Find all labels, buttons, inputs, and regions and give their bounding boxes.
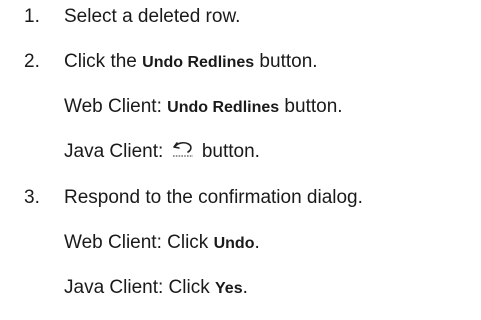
step-text: Click the Undo Redlines button. <box>64 49 318 76</box>
ui-label-yes: Yes <box>215 280 243 297</box>
ui-label-undo-redlines: Undo Redlines <box>142 54 255 71</box>
step-text-after: button. <box>254 51 318 72</box>
step-number: 1. <box>24 6 40 27</box>
java-client-suffix: . <box>242 277 248 298</box>
step-number: 3. <box>24 187 40 208</box>
java-client-instruction: Java Client: button. <box>64 139 260 165</box>
ui-label-undo-redlines: Undo Redlines <box>167 99 280 116</box>
step-number: 2. <box>24 51 40 72</box>
step-text: Select a deleted row. <box>64 6 241 27</box>
web-client-prefix: Web Client: <box>64 96 168 117</box>
java-client-suffix: button. <box>196 141 260 162</box>
web-client-suffix: . <box>254 232 260 253</box>
web-client-suffix: button. <box>279 96 343 117</box>
web-client-prefix: Web Client: Click <box>64 232 214 253</box>
ui-label-undo: Undo <box>213 235 255 252</box>
web-client-instruction: Web Client: Undo Redlines button. <box>64 94 343 121</box>
undo-icon <box>172 141 193 157</box>
java-client-prefix: Java Client: Click <box>64 277 215 298</box>
step-text-before: Click the <box>64 51 143 72</box>
java-client-prefix: Java Client: <box>64 141 169 162</box>
step-text: Respond to the confirmation dialog. <box>64 187 363 208</box>
web-client-instruction: Web Client: Click Undo. <box>64 230 260 257</box>
java-client-instruction: Java Client: Click Yes. <box>64 275 248 302</box>
